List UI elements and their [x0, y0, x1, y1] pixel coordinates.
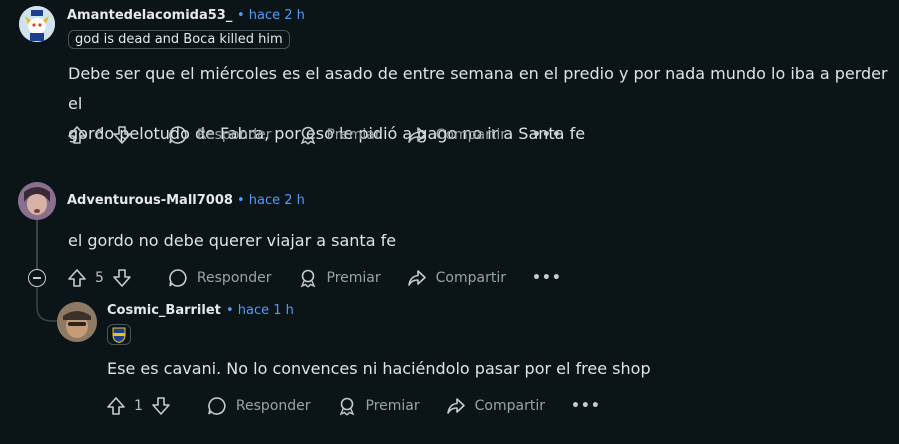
comment-username[interactable]: Cosmic_Barrilet — [107, 303, 221, 318]
comment-body-line: Ese es cavani. No lo convences ni hacién… — [107, 359, 651, 378]
award-label: Premiar — [326, 127, 381, 143]
award-icon — [300, 269, 315, 288]
share-button[interactable]: Compartir — [407, 125, 506, 145]
comment-username[interactable]: Adventurous-Mall7008 — [67, 193, 233, 208]
share-button[interactable]: Compartir — [446, 396, 545, 416]
comment-timestamp[interactable]: • hace 2 h — [237, 8, 305, 23]
share-label: Compartir — [435, 127, 506, 143]
comment-body-line: el gordo no debe querer viajar a santa f… — [68, 231, 397, 250]
vote-count: 1 — [134, 398, 143, 414]
share-icon — [407, 270, 426, 286]
comment-actions: 5 Responder Premiar Compartir ••• — [67, 263, 562, 293]
comment-body-line: Debe ser que el miércoles es el asado de… — [68, 64, 888, 113]
reply-button[interactable]: Responder — [168, 125, 272, 145]
reply-button[interactable]: Responder — [168, 268, 272, 288]
comment-timestamp[interactable]: • hace 2 h — [237, 193, 305, 208]
user-flair — [107, 324, 131, 345]
downvote-icon — [152, 397, 170, 415]
award-button[interactable]: Premiar — [337, 396, 420, 416]
upvote-button[interactable] — [106, 396, 126, 416]
reply-label: Responder — [196, 270, 272, 286]
snoo-avatar-icon — [19, 6, 55, 42]
comment-bubble-icon — [169, 126, 187, 144]
avatar[interactable] — [57, 302, 97, 342]
share-button[interactable]: Compartir — [407, 268, 506, 288]
upvote-icon — [107, 397, 125, 415]
upvote-icon — [68, 126, 86, 144]
comment-bubble-icon — [208, 397, 226, 415]
upvote-icon — [68, 269, 86, 287]
more-options-button[interactable]: ••• — [532, 127, 562, 143]
downvote-icon — [113, 269, 131, 287]
award-icon — [300, 126, 315, 145]
vote-count: 5 — [95, 270, 104, 286]
share-icon — [446, 398, 465, 414]
avatar[interactable] — [19, 6, 55, 42]
user-photo-avatar — [57, 302, 97, 342]
reply-label: Responder — [196, 127, 272, 143]
award-label: Premiar — [365, 398, 420, 414]
comment-body: el gordo no debe querer viajar a santa f… — [68, 226, 868, 256]
reply-button[interactable]: Responder — [207, 396, 311, 416]
downvote-button[interactable] — [112, 268, 132, 288]
upvote-button[interactable] — [67, 268, 87, 288]
share-icon — [407, 127, 426, 143]
share-label: Compartir — [435, 270, 506, 286]
user-flair: god is dead and Boca killed him — [68, 30, 290, 49]
award-label: Premiar — [326, 270, 381, 286]
award-button[interactable]: Premiar — [298, 125, 381, 145]
comment-username[interactable]: Amantedelacomida53_ — [67, 8, 232, 23]
thread-line[interactable] — [36, 220, 38, 270]
downvote-button[interactable] — [112, 125, 132, 145]
comment-actions: 1 Responder Premiar Compartir ••• — [106, 391, 601, 421]
boca-crest-icon — [112, 327, 126, 343]
comment-bubble-icon — [169, 269, 187, 287]
collapse-thread-button[interactable] — [28, 269, 46, 287]
comment-timestamp[interactable]: • hace 1 h — [226, 303, 294, 318]
user-photo-avatar — [18, 182, 56, 220]
upvote-button[interactable] — [67, 125, 87, 145]
comment-actions: 6 Responder Premiar Compartir ••• — [67, 120, 562, 150]
more-options-button[interactable]: ••• — [532, 270, 562, 286]
award-button[interactable]: Premiar — [298, 268, 381, 288]
award-icon — [339, 397, 354, 416]
comment-body: Ese es cavani. No lo convences ni hacién… — [107, 354, 887, 384]
more-options-button[interactable]: ••• — [571, 398, 601, 414]
reply-label: Responder — [235, 398, 311, 414]
avatar[interactable] — [18, 182, 56, 220]
vote-count: 6 — [95, 127, 104, 143]
downvote-icon — [113, 126, 131, 144]
share-label: Compartir — [474, 398, 545, 414]
downvote-button[interactable] — [151, 396, 171, 416]
